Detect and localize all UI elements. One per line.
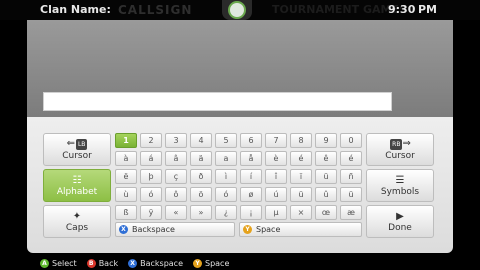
space-label: Space	[256, 225, 281, 234]
backspace-label: Backspace	[132, 225, 175, 234]
key-2-8[interactable]: ü	[315, 169, 337, 184]
key-2-3[interactable]: ð	[190, 169, 212, 184]
caps-icon: ✦	[72, 210, 82, 222]
clock-time: 9:30	[388, 3, 416, 16]
key-4-3[interactable]: »	[190, 205, 212, 220]
cursor-right-button[interactable]: RB ⇒ Cursor	[366, 133, 434, 166]
x-button-icon: X	[119, 225, 128, 234]
hint-back: B Back	[86, 258, 118, 268]
alphabet-icon: ☷	[72, 174, 82, 186]
y-button-icon: Y	[243, 225, 252, 234]
key-3-6[interactable]: ú	[265, 187, 287, 202]
symbols-label: Symbols	[380, 186, 420, 197]
ghost-value: CALLSIGN	[118, 3, 193, 17]
key-0-4[interactable]: 5	[215, 133, 237, 148]
hint-backspace: X Backspace	[128, 258, 183, 268]
alphabet-label: Alphabet	[56, 186, 98, 197]
key-0-5[interactable]: 6	[240, 133, 262, 148]
space-button[interactable]: Y Space	[239, 222, 362, 237]
key-0-1[interactable]: 2	[140, 133, 162, 148]
key-3-8[interactable]: û	[315, 187, 337, 202]
key-1-5[interactable]: å	[240, 151, 262, 166]
key-4-7[interactable]: ×	[290, 205, 312, 220]
clock-ampm: PM	[418, 3, 438, 16]
alphabet-button[interactable]: ☷ Alphabet	[43, 169, 111, 202]
text-input-field[interactable]	[43, 92, 392, 111]
caps-label: Caps	[65, 222, 89, 233]
key-1-0[interactable]: à	[115, 151, 137, 166]
key-3-3[interactable]: ö	[190, 187, 212, 202]
key-2-5[interactable]: í	[240, 169, 262, 184]
backspace-button[interactable]: X Backspace	[115, 222, 235, 237]
key-4-9[interactable]: æ	[340, 205, 362, 220]
play-icon: ▶	[396, 210, 404, 222]
key-1-2[interactable]: â	[165, 151, 187, 166]
key-1-9[interactable]: é	[340, 151, 362, 166]
done-label: Done	[388, 222, 412, 233]
key-1-7[interactable]: é	[290, 151, 312, 166]
key-3-9[interactable]: ü	[340, 187, 362, 202]
key-0-0[interactable]: 1	[115, 133, 137, 148]
arrow-left-icon: ⇐ LB	[66, 138, 88, 150]
symbols-button[interactable]: ☰ Symbols	[366, 169, 434, 202]
key-2-2[interactable]: ç	[165, 169, 187, 184]
key-0-2[interactable]: 3	[165, 133, 187, 148]
done-button[interactable]: ▶ Done	[366, 205, 434, 238]
title-bar: Clan Name: CALLSIGN TOURNAMENT GAMES 9:3…	[0, 0, 480, 20]
key-1-8[interactable]: ê	[315, 151, 337, 166]
key-3-5[interactable]: ø	[240, 187, 262, 202]
key-1-4[interactable]: a	[215, 151, 237, 166]
b-button-icon: B	[86, 258, 96, 268]
key-2-7[interactable]: ï	[290, 169, 312, 184]
key-2-4[interactable]: ì	[215, 169, 237, 184]
cursor-right-label: Cursor	[385, 151, 415, 161]
key-0-8[interactable]: 9	[315, 133, 337, 148]
key-3-7[interactable]: ü	[290, 187, 312, 202]
key-4-8[interactable]: œ	[315, 205, 337, 220]
key-3-0[interactable]: ù	[115, 187, 137, 202]
key-4-0[interactable]: ß	[115, 205, 137, 220]
ghost-right-text: TOURNAMENT GAMES	[272, 3, 407, 16]
key-0-7[interactable]: 8	[290, 133, 312, 148]
hint-space: Y Space	[193, 258, 229, 268]
a-button-icon: A	[40, 258, 49, 268]
key-0-3[interactable]: 4	[190, 133, 212, 148]
key-4-2[interactable]: «	[165, 205, 187, 220]
cursor-left-label: Cursor	[62, 151, 92, 161]
key-2-1[interactable]: þ	[140, 169, 162, 184]
key-3-4[interactable]: ó	[215, 187, 237, 202]
key-1-1[interactable]: á	[140, 151, 162, 166]
hint-select: A Select	[40, 258, 77, 268]
page-title: Clan Name:	[40, 3, 111, 16]
controller-hints: A Select B Back X Backspace Y Space	[40, 257, 239, 269]
key-4-6[interactable]: µ	[265, 205, 287, 220]
key-4-1[interactable]: ÿ	[140, 205, 162, 220]
key-1-3[interactable]: ä	[190, 151, 212, 166]
key-3-2[interactable]: ô	[165, 187, 187, 202]
key-1-6[interactable]: è	[265, 151, 287, 166]
key-3-1[interactable]: ó	[140, 187, 162, 202]
arrow-right-icon: RB ⇒	[390, 138, 411, 150]
key-2-9[interactable]: ñ	[340, 169, 362, 184]
key-0-9[interactable]: 0	[340, 133, 362, 148]
key-0-6[interactable]: 7	[265, 133, 287, 148]
x-button-icon: X	[128, 258, 138, 268]
y-button-icon: Y	[193, 258, 202, 268]
key-2-6[interactable]: î	[265, 169, 287, 184]
cursor-left-button[interactable]: ⇐ LB Cursor	[43, 133, 111, 166]
xbox-guide-icon[interactable]	[222, 0, 252, 20]
symbols-icon: ☰	[395, 174, 405, 186]
caps-button[interactable]: ✦ Caps	[43, 205, 111, 238]
key-4-5[interactable]: ¡	[240, 205, 262, 220]
key-4-4[interactable]: ¿	[215, 205, 237, 220]
key-2-0[interactable]: ë	[115, 169, 137, 184]
